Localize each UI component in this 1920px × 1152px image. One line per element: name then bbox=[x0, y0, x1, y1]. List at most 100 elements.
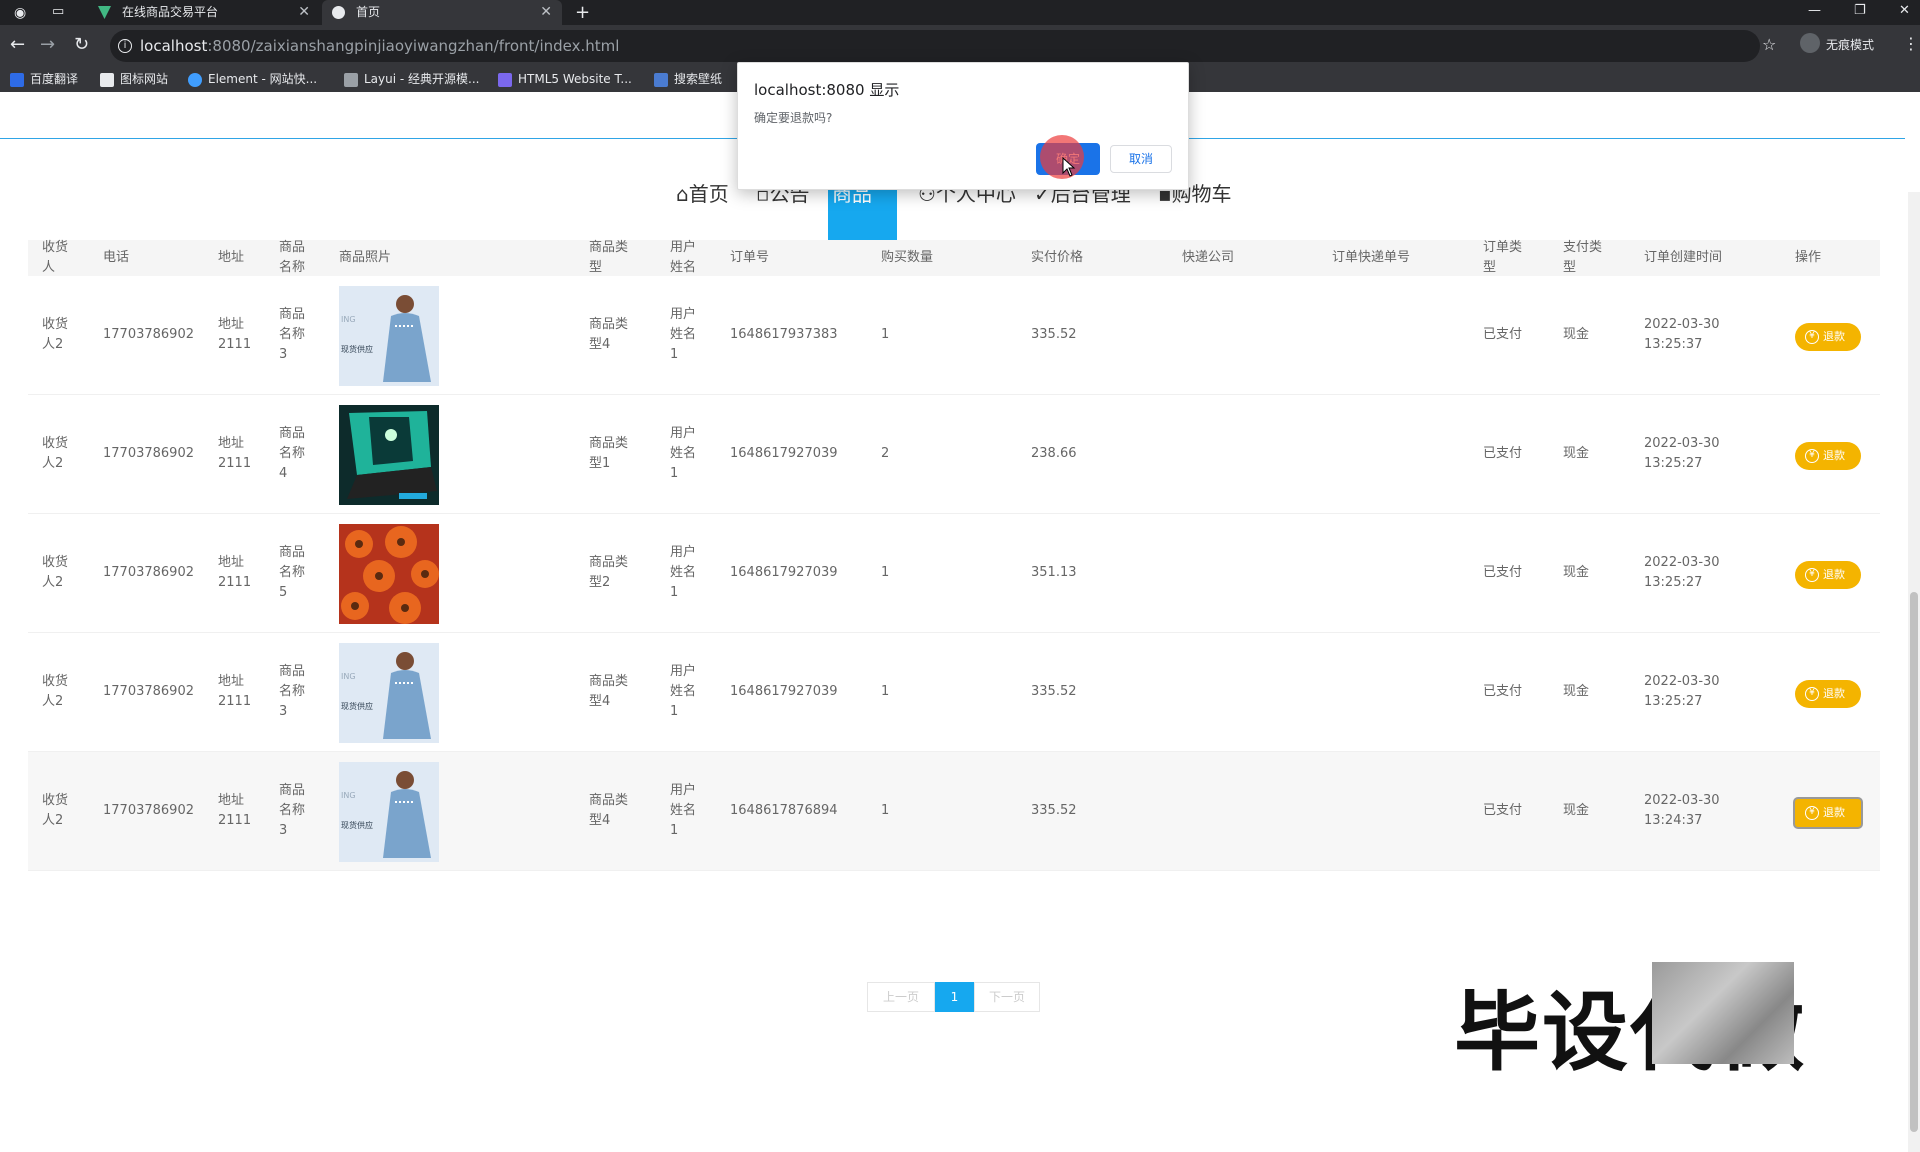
refund-button[interactable]: ¥ 退款 bbox=[1795, 561, 1861, 589]
col-address: 地址 bbox=[218, 250, 245, 265]
yen-icon: ¥ bbox=[1805, 330, 1819, 344]
refund-button[interactable]: ¥ 退款 bbox=[1795, 799, 1861, 827]
cell-quantity: 1 bbox=[881, 684, 890, 699]
dialog-cancel-button[interactable]: 取消 bbox=[1110, 145, 1172, 173]
svg-text:ING: ING bbox=[341, 791, 356, 800]
globe-icon bbox=[332, 6, 345, 19]
vue-icon bbox=[98, 6, 111, 19]
minimize-icon[interactable]: — bbox=[1808, 0, 1821, 22]
cell-product-type: 商品类型1 bbox=[589, 436, 629, 471]
close-icon[interactable]: ✕ bbox=[540, 0, 552, 25]
cell-user-name: 用户姓名1 bbox=[670, 783, 697, 838]
cell-time: 13:25:37 bbox=[1644, 337, 1703, 352]
reload-icon[interactable]: ↻ bbox=[74, 34, 89, 56]
page-1-button[interactable]: 1 bbox=[935, 982, 974, 1012]
new-tab-button[interactable]: + bbox=[575, 0, 590, 25]
cell-pay-type: 现金 bbox=[1563, 446, 1590, 461]
cell-quantity: 1 bbox=[881, 565, 890, 580]
bookmark-label: 百度翻译 bbox=[30, 72, 79, 86]
bookmark-star-icon[interactable]: ☆ bbox=[1762, 35, 1776, 54]
incognito-indicator[interactable]: 无痕模式 bbox=[1800, 33, 1875, 53]
cell-order-status: 已支付 bbox=[1483, 327, 1523, 342]
cell-address: 地址2111 bbox=[218, 674, 252, 709]
cell-pay-type: 现金 bbox=[1563, 565, 1590, 580]
col-receiver: 收货人 bbox=[42, 240, 69, 275]
table-header: 收货人 电话 地址 商品名称 商品照片 商品类型 用户姓名 订单号 购买数量 实… bbox=[28, 240, 1880, 276]
cell-quantity: 1 bbox=[881, 803, 890, 818]
product-photo: ING 现货供应 bbox=[339, 762, 439, 862]
yen-icon: ¥ bbox=[1805, 568, 1819, 582]
scrollbar-thumb[interactable] bbox=[1910, 592, 1918, 1132]
cell-time: 13:25:27 bbox=[1644, 575, 1703, 590]
col-product-name: 商品名称 bbox=[279, 240, 306, 275]
tab-label: 在线商品交易平台 bbox=[122, 5, 219, 19]
cell-date: 2022-03-30 bbox=[1644, 317, 1720, 332]
cell-product-name: 商品名称3 bbox=[279, 307, 306, 362]
refund-label: 退款 bbox=[1823, 687, 1845, 700]
bookmark-item[interactable]: Element - 网站快... bbox=[188, 71, 317, 88]
next-page-button[interactable]: 下一页 bbox=[974, 982, 1040, 1012]
col-express-no: 订单快递单号 bbox=[1332, 250, 1411, 265]
cell-date: 2022-03-30 bbox=[1644, 436, 1720, 451]
svg-text:现货供应: 现货供应 bbox=[341, 820, 373, 830]
tab-home[interactable]: 首页 ✕ bbox=[322, 0, 562, 25]
browser-menu-icon[interactable]: ⋮ bbox=[1903, 34, 1919, 53]
cell-phone: 17703786902 bbox=[103, 684, 194, 699]
restore-icon[interactable]: ❐ bbox=[1854, 0, 1866, 22]
forward-icon[interactable]: → bbox=[40, 34, 55, 56]
refund-button[interactable]: ¥ 退款 bbox=[1795, 680, 1861, 708]
window-close-icon[interactable]: ✕ bbox=[1899, 0, 1910, 22]
bookmark-label: HTML5 Website T... bbox=[518, 72, 632, 86]
product-photo bbox=[339, 524, 439, 624]
back-icon[interactable]: ← bbox=[10, 34, 25, 56]
info-icon[interactable]: i bbox=[118, 39, 132, 53]
cell-time: 13:24:37 bbox=[1644, 813, 1703, 828]
yen-icon: ¥ bbox=[1805, 449, 1819, 463]
table-row: 收货人2 17703786902 地址2111 商品名称5 商品类型2 用户姓名1 1648… bbox=[28, 514, 1880, 633]
svg-text:现货供应: 现货供应 bbox=[341, 344, 373, 354]
address-bar-row: ← → ↻ i localhost:8080/zaixianshangpinji… bbox=[0, 25, 1920, 67]
cell-date: 2022-03-30 bbox=[1644, 674, 1720, 689]
cell-user-name: 用户姓名1 bbox=[670, 545, 697, 600]
url-field[interactable]: i localhost:8080/zaixianshangpinjiaoyiwa… bbox=[110, 30, 1760, 62]
element-icon bbox=[188, 73, 202, 87]
page-content: ⌂首页 ▫公告 商品 ⚇个人中心 ✓后台管理 ▪购物车 收货人 电话 地址 商品… bbox=[0, 92, 1920, 1152]
nav-label: 首页 bbox=[688, 182, 729, 206]
close-icon[interactable]: ✕ bbox=[298, 0, 310, 25]
bookmark-item[interactable]: 百度翻译 bbox=[10, 71, 78, 88]
refund-button[interactable]: ¥ 退款 bbox=[1795, 442, 1861, 470]
cell-order-status: 已支付 bbox=[1483, 446, 1523, 461]
cell-product-name: 商品名称3 bbox=[279, 783, 306, 838]
cell-price: 335.52 bbox=[1031, 327, 1077, 342]
prev-page-button[interactable]: 上一页 bbox=[867, 982, 935, 1012]
page-scrollbar[interactable] bbox=[1908, 192, 1920, 1152]
svg-text:现货供应: 现货供应 bbox=[341, 701, 373, 711]
table-row: 收货人2 17703786902 地址2111 商品名称3 ING 现货供应 商品类型4 用户… bbox=[28, 276, 1880, 395]
bookmark-label: Element - 网站快... bbox=[208, 72, 318, 86]
col-order-no: 订单号 bbox=[730, 250, 770, 265]
bookmark-item[interactable]: 图标网站 bbox=[100, 71, 168, 88]
refund-button[interactable]: ¥ 退款 bbox=[1795, 323, 1861, 351]
cell-address: 地址2111 bbox=[218, 555, 252, 590]
cell-product-type: 商品类型2 bbox=[589, 555, 629, 590]
bookmark-label: Layui - 经典开源模... bbox=[364, 72, 480, 86]
cell-order-status: 已支付 bbox=[1483, 684, 1523, 699]
incognito-label: 无痕模式 bbox=[1826, 38, 1875, 52]
refund-label: 退款 bbox=[1823, 330, 1845, 343]
bookmark-item[interactable]: HTML5 Website T... bbox=[498, 71, 632, 88]
nav-item-home[interactable]: ⌂首页 bbox=[676, 178, 729, 207]
cell-quantity: 1 bbox=[881, 327, 890, 342]
browser-tab-strip: ◉ ▭ 在线商品交易平台 ✕ 首页 ✕ + — ❐ ✕ bbox=[0, 0, 1920, 25]
cell-price: 238.66 bbox=[1031, 446, 1077, 461]
tab-shop-platform[interactable]: 在线商品交易平台 ✕ bbox=[88, 0, 320, 25]
yen-icon: ¥ bbox=[1805, 687, 1819, 701]
cell-receiver: 收货人2 bbox=[42, 793, 69, 828]
bookmark-item[interactable]: 搜索壁纸 bbox=[654, 71, 722, 88]
svg-text:ING: ING bbox=[341, 315, 356, 324]
blurred-region bbox=[1652, 962, 1794, 1064]
cell-receiver: 收货人2 bbox=[42, 555, 69, 590]
cell-product-type: 商品类型4 bbox=[589, 674, 629, 709]
refund-label: 退款 bbox=[1823, 806, 1845, 819]
incognito-icon bbox=[1800, 33, 1820, 53]
bookmark-item[interactable]: Layui - 经典开源模... bbox=[344, 71, 479, 88]
